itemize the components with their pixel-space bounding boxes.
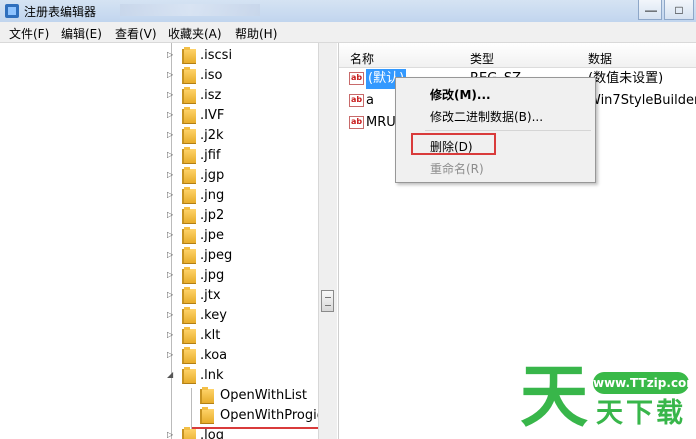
tree-item-label: .iso <box>200 68 223 83</box>
expand-icon[interactable]: ▷ <box>167 271 175 279</box>
folder-icon <box>182 327 196 344</box>
expand-icon[interactable]: ▷ <box>167 291 175 299</box>
menu-file[interactable]: 文件(F) <box>9 25 49 42</box>
folder-icon <box>182 247 196 264</box>
folder-icon <box>182 167 196 184</box>
folder-icon <box>182 287 196 304</box>
folder-icon <box>182 427 196 439</box>
tree-guide-line <box>171 43 172 439</box>
tree-item-label: .jpeg <box>200 248 233 263</box>
folder-icon <box>182 267 196 284</box>
tree-item-label: .lnk <box>200 368 224 383</box>
data-column-header[interactable]: 数据 <box>588 50 612 67</box>
window-title: 注册表编辑器 <box>24 5 97 19</box>
folder-icon <box>182 67 196 84</box>
expand-icon[interactable]: ▷ <box>167 91 175 99</box>
string-value-icon: ab <box>349 116 364 129</box>
collapse-icon[interactable]: ◢ <box>167 371 175 379</box>
tree-item-label: .jng <box>200 188 225 203</box>
tree-item-label: .jpe <box>200 228 224 243</box>
folder-icon <box>182 227 196 244</box>
expand-icon[interactable]: ▷ <box>167 251 175 259</box>
maximize-button[interactable]: □ <box>664 0 694 20</box>
folder-icon <box>200 407 214 424</box>
expand-icon[interactable]: ▷ <box>167 431 175 439</box>
tree-item-label: .jgp <box>200 168 225 183</box>
value-name[interactable]: a <box>366 91 374 111</box>
expand-icon[interactable]: ▷ <box>167 351 175 359</box>
minimize-button[interactable]: — <box>638 0 662 20</box>
tree-item-label: .koa <box>200 348 228 363</box>
string-value-icon: ab <box>349 72 364 85</box>
expand-icon[interactable]: ▷ <box>167 211 175 219</box>
watermark-url-badge: www.TTzip.com <box>593 372 696 394</box>
list-header: 名称 类型 数据 <box>339 43 696 68</box>
tree-item-label: .key <box>200 308 227 323</box>
expand-icon[interactable]: ▷ <box>167 171 175 179</box>
registry-tree[interactable]: ▷ .iscsi ▷ .iso ▷ .isz ▷ .IVF ▷ .j2k ▷ .jfif ▷… <box>0 43 339 439</box>
folder-icon <box>182 207 196 224</box>
folder-icon <box>182 127 196 144</box>
folder-icon <box>182 107 196 124</box>
ttzip-watermark: 天 www.TTzip.com 天下载 <box>520 360 696 439</box>
tree-item-label: .jp2 <box>200 208 225 223</box>
watermark-big-character: 天 <box>520 358 589 437</box>
expand-icon[interactable]: ▷ <box>167 51 175 59</box>
value-data: Win7StyleBuilder.e <box>588 93 696 108</box>
folder-icon <box>182 367 196 384</box>
expand-icon[interactable]: ▷ <box>167 191 175 199</box>
modify-binary-menu-item[interactable]: 修改二进制数据(B)... <box>430 108 543 125</box>
string-value-icon: ab <box>349 94 364 107</box>
expand-icon[interactable]: ▷ <box>167 131 175 139</box>
expand-icon[interactable]: ▷ <box>167 111 175 119</box>
expand-icon[interactable]: ▷ <box>167 331 175 339</box>
title-bar: 注册表编辑器 — □ <box>0 0 696 22</box>
menu-bar: 文件(F) 编辑(E) 查看(V) 收藏夹(A) 帮助(H) <box>0 22 696 43</box>
folder-icon <box>182 307 196 324</box>
tree-item-label: .klt <box>200 328 221 343</box>
expand-icon[interactable]: ▷ <box>167 231 175 239</box>
scrollbar-thumb[interactable] <box>321 290 334 312</box>
tree-item-label: .j2k <box>200 128 224 143</box>
menu-favorites[interactable]: 收藏夹(A) <box>168 25 222 42</box>
tree-item-label: .IVF <box>200 108 225 123</box>
tree-item-label: OpenWithList <box>220 388 307 403</box>
folder-icon <box>182 147 196 164</box>
tree-item-label: .jfif <box>200 148 221 163</box>
expand-icon[interactable]: ▷ <box>167 71 175 79</box>
blurred-title-area <box>120 4 260 16</box>
menu-view[interactable]: 查看(V) <box>115 25 157 42</box>
tree-item-label: .iscsi <box>200 48 233 63</box>
tree-scrollbar[interactable] <box>318 43 337 439</box>
tree-item-label: OpenWithProgids <box>220 408 332 423</box>
folder-icon <box>200 387 214 404</box>
name-column-header[interactable]: 名称 <box>350 50 374 67</box>
delete-menu-item[interactable]: 删除(D) <box>430 138 473 155</box>
menu-separator <box>425 130 591 131</box>
folder-icon <box>182 347 196 364</box>
menu-help[interactable]: 帮助(H) <box>235 25 277 42</box>
value-name[interactable]: MRU <box>366 113 396 133</box>
value-data: (数值未设置) <box>588 71 664 86</box>
type-column-header[interactable]: 类型 <box>470 50 494 67</box>
expand-icon[interactable]: ▷ <box>167 311 175 319</box>
menu-edit[interactable]: 编辑(E) <box>61 25 102 42</box>
folder-icon <box>182 87 196 104</box>
tree-item-label: .log <box>200 428 224 439</box>
tree-item-label: .jtx <box>200 288 221 303</box>
rename-menu-item: 重命名(R) <box>430 162 484 176</box>
tree-item-label: .jpg <box>200 268 225 283</box>
expand-icon[interactable]: ▷ <box>167 151 175 159</box>
context-menu[interactable]: 修改(M)... 修改二进制数据(B)... 删除(D) 重命名(R) <box>395 77 596 183</box>
tree-item-label: .isz <box>200 88 222 103</box>
watermark-text: 天下载 <box>596 398 686 429</box>
folder-icon <box>182 187 196 204</box>
modify-menu-item[interactable]: 修改(M)... <box>430 86 491 103</box>
folder-icon <box>182 47 196 64</box>
registry-editor-icon <box>5 4 19 18</box>
